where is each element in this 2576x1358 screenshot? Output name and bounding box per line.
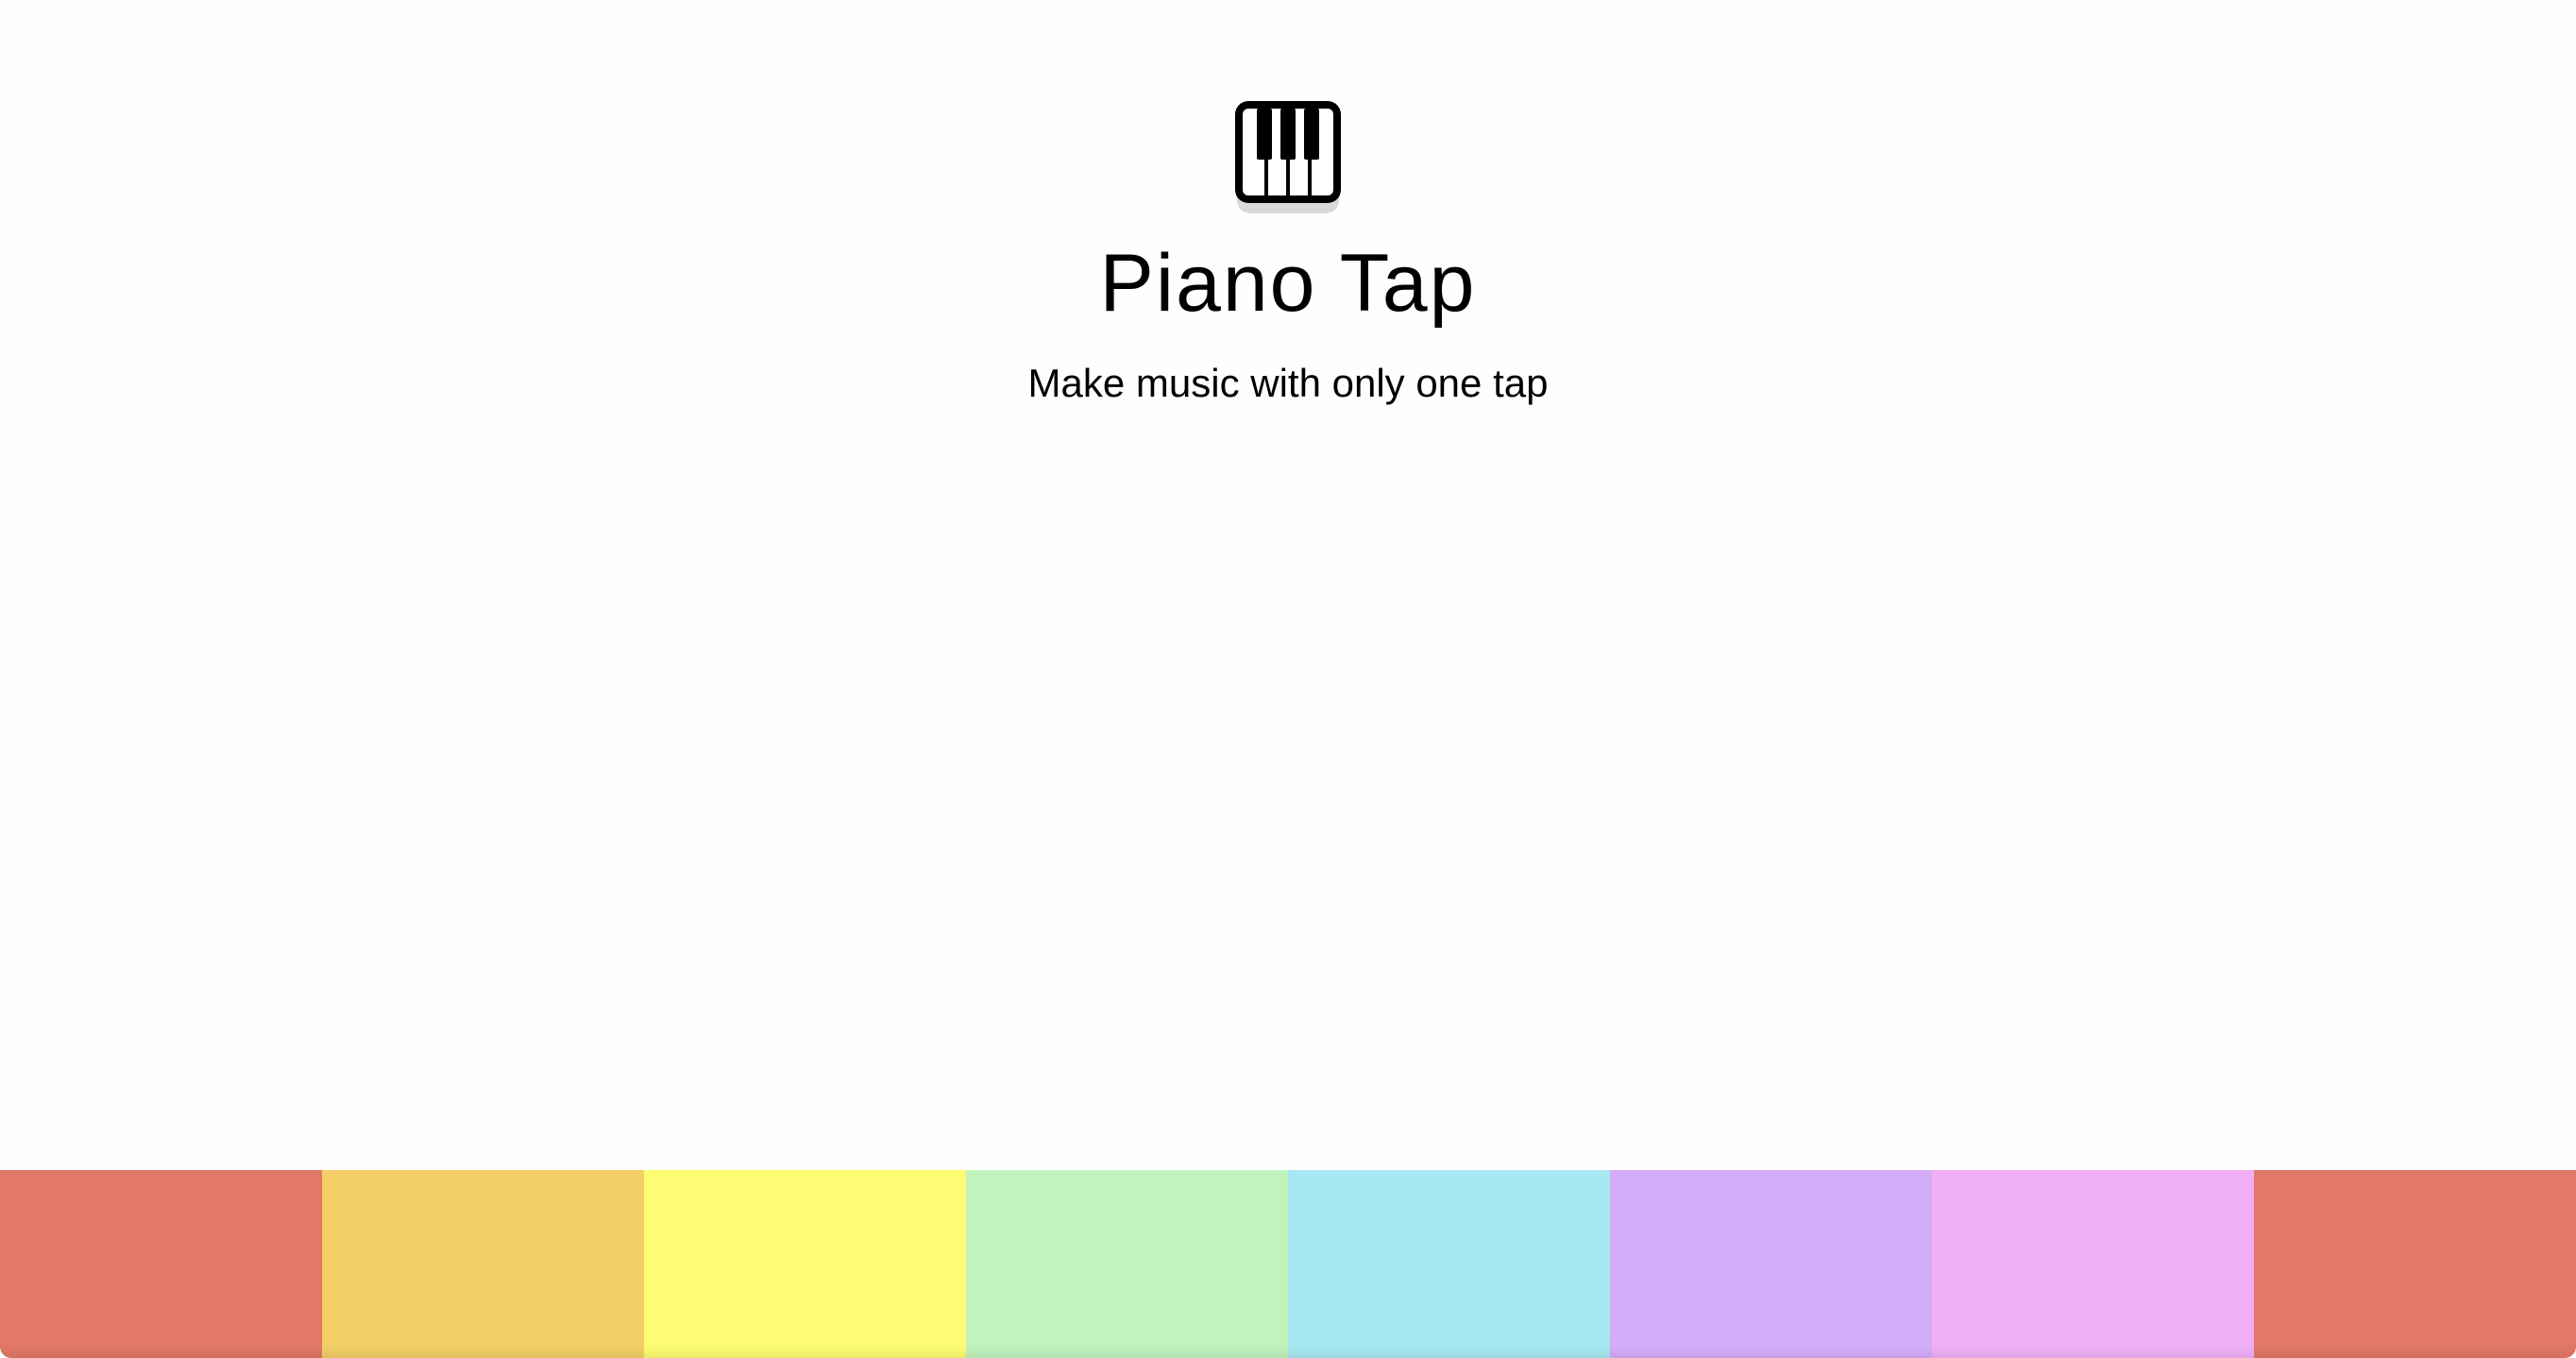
app-subtitle: Make music with only one tap (1027, 361, 1549, 405)
piano-key-5[interactable] (1288, 1170, 1610, 1358)
piano-key-3[interactable] (644, 1170, 966, 1358)
piano-key-2[interactable] (322, 1170, 644, 1358)
piano-key-4[interactable] (966, 1170, 1288, 1358)
piano-keyboard (0, 1170, 2576, 1358)
app-page: Piano Tap Make music with only one tap (0, 0, 2576, 1358)
piano-key-8[interactable] (2254, 1170, 2576, 1358)
hero-section: Piano Tap Make music with only one tap (0, 98, 2576, 408)
app-title: Piano Tap (1099, 238, 1477, 329)
piano-key-1[interactable] (0, 1170, 322, 1358)
piano-keys-icon (1235, 101, 1341, 213)
piano-key-7[interactable] (1932, 1170, 2254, 1358)
piano-key-6[interactable] (1610, 1170, 1932, 1358)
